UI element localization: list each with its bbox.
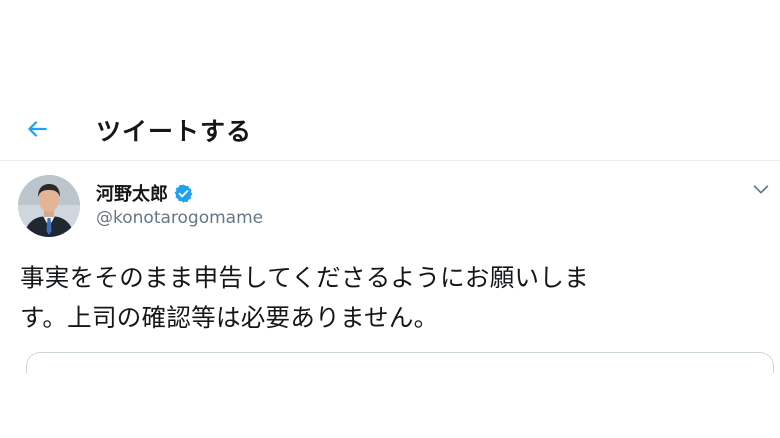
author-name-text: 河野太郎 [96,184,168,205]
back-button[interactable] [22,114,52,144]
more-options-button[interactable] [750,178,772,200]
arrow-left-icon [28,121,47,137]
embedded-card[interactable] [26,352,774,373]
tweet-page: ツイートする 河野太郎 @konotarogomame 事実をそのまま申告してく… [0,0,780,438]
user-photo-icon [18,175,80,237]
author-handle[interactable]: @konotarogomame [96,208,263,228]
author-name[interactable]: 河野太郎 [96,180,194,206]
page-title: ツイートする [96,117,253,146]
header-divider [0,160,780,161]
chevron-down-icon [753,185,769,194]
page-header: ツイートする [0,100,780,160]
verified-badge-icon [174,183,193,203]
tweet-text-line: す。上司の確認等は必要ありません。 [20,303,439,332]
tweet-text: 事実をそのまま申告してくださるようにお願いしま す。上司の確認等は必要ありません… [20,258,770,338]
tweet-text-line: 事実をそのまま申告してくださるようにお願いしま [20,263,589,292]
avatar[interactable] [18,175,80,237]
